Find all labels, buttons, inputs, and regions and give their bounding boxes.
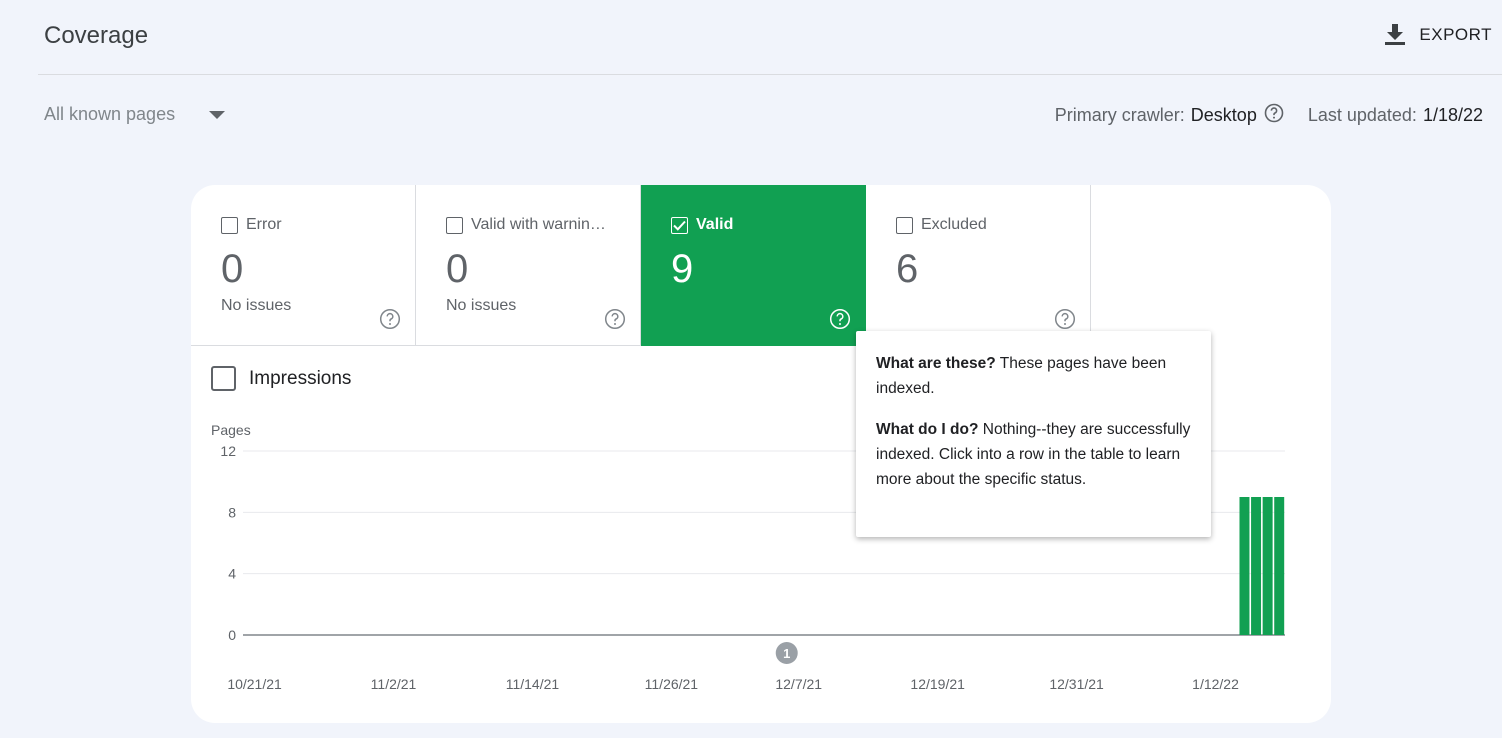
pages-filter-dropdown[interactable]: All known pages	[44, 104, 226, 125]
x-tick-label: 12/19/21	[910, 676, 965, 692]
x-tick-label: 11/14/21	[506, 676, 560, 692]
export-button[interactable]: EXPORT	[1385, 20, 1492, 50]
bar	[1251, 497, 1262, 635]
tooltip-question: What do I do?	[876, 421, 979, 438]
x-tick-label: 1/12/22	[1192, 676, 1239, 692]
x-tick-label: 11/2/21	[371, 676, 417, 692]
y-axis-title: Pages	[211, 422, 251, 438]
y-tick-label: 12	[220, 443, 236, 459]
crawl-meta: Primary crawler: Desktop Last updated: 1…	[1055, 103, 1483, 128]
crawler-label: Primary crawler:	[1054, 105, 1185, 125]
annotation-label: 1	[783, 646, 790, 661]
download-icon	[1385, 24, 1406, 46]
updated-label: Last updated:	[1307, 105, 1417, 125]
export-label: EXPORT	[1419, 25, 1492, 44]
bar	[1239, 497, 1250, 635]
filter-selected-value: All known pages	[44, 104, 176, 124]
x-tick-label: 12/31/21	[1049, 676, 1104, 692]
header-divider	[38, 74, 1502, 75]
chevron-down-icon	[209, 110, 226, 119]
y-tick-label: 8	[228, 504, 236, 520]
y-tick-label: 0	[228, 627, 236, 643]
x-tick-label: 10/21/21	[227, 676, 282, 692]
y-tick-label: 4	[228, 566, 236, 582]
bar	[1262, 497, 1273, 635]
help-icon[interactable]	[1264, 103, 1284, 128]
updated-value: 1/18/22	[1422, 105, 1483, 125]
tooltip-question: What are these?	[876, 355, 996, 372]
valid-tooltip: What are these? These pages have been in…	[856, 331, 1211, 537]
bar	[1274, 497, 1285, 635]
x-tick-label: 11/26/21	[645, 676, 699, 692]
x-tick-label: 12/7/21	[775, 676, 822, 692]
page-title: Coverage	[44, 22, 149, 49]
crawler-value: Desktop	[1190, 105, 1257, 125]
